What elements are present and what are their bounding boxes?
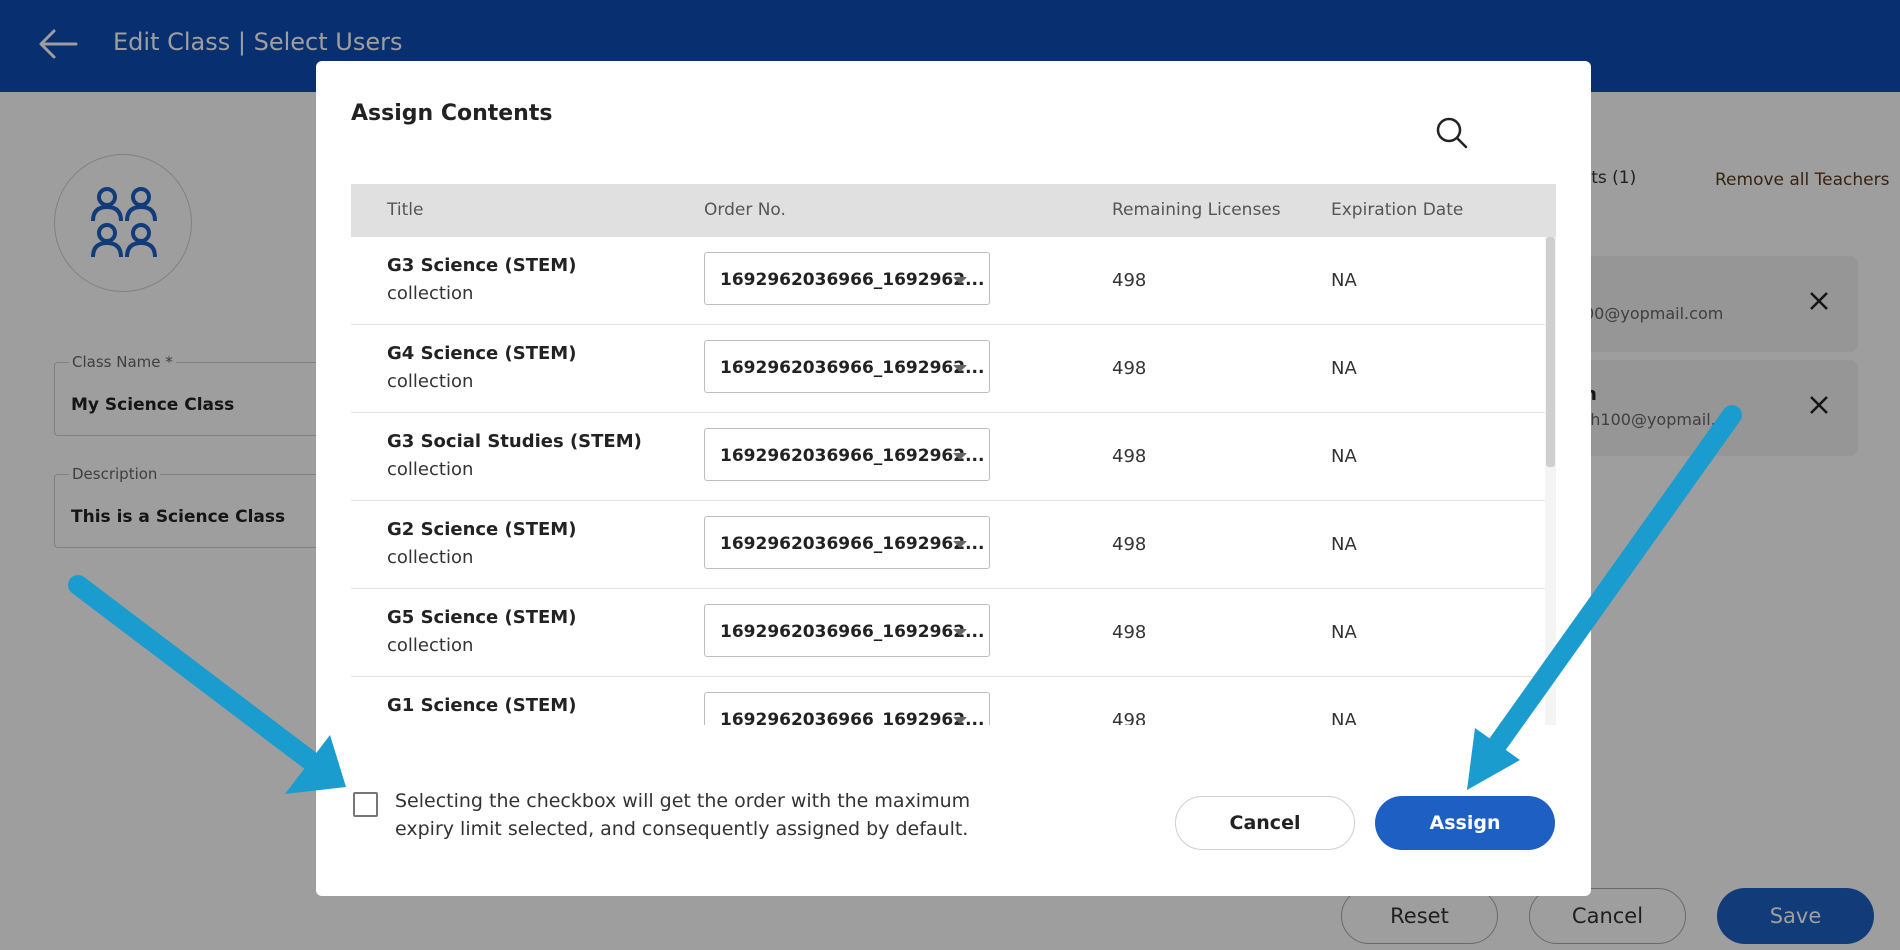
column-header-order: Order No. — [704, 200, 786, 220]
order-select[interactable]: 1692962036966_1692962... — [704, 340, 990, 393]
expiration-date: NA — [1331, 358, 1357, 379]
content-title: G1 Science (STEM) — [387, 695, 577, 716]
order-value: 1692962036966_1692962... — [720, 534, 985, 554]
content-type: collection — [387, 371, 474, 392]
order-select[interactable]: 1692962036966_1692962... — [704, 604, 990, 657]
remaining-licenses: 498 — [1112, 622, 1147, 643]
remaining-licenses: 498 — [1112, 446, 1147, 467]
order-select[interactable]: 1692962036966_1692962... — [704, 692, 990, 725]
order-select[interactable]: 1692962036966_1692962... — [704, 252, 990, 305]
max-expiry-checkbox[interactable] — [353, 792, 378, 817]
caret-down-icon — [953, 277, 967, 284]
order-value: 1692962036966_1692962... — [720, 270, 985, 290]
cancel-button[interactable]: Cancel — [1175, 796, 1355, 850]
search-icon[interactable] — [1434, 115, 1470, 151]
remaining-licenses: 498 — [1112, 710, 1147, 725]
content-title: G3 Social Studies (STEM) — [387, 431, 642, 452]
content-type: collection — [387, 547, 474, 568]
expiration-date: NA — [1331, 710, 1357, 725]
caret-down-icon — [953, 453, 967, 460]
checkbox-description: Selecting the checkbox will get the orde… — [395, 790, 971, 840]
expiration-date: NA — [1331, 446, 1357, 467]
content-title: G4 Science (STEM) — [387, 343, 577, 364]
table-row: G4 Science (STEM) collection 16929620369… — [351, 325, 1545, 413]
table-row: G3 Science (STEM) collection 16929620369… — [351, 237, 1545, 325]
order-value: 1692962036966_1692962... — [720, 710, 985, 725]
remaining-licenses: 498 — [1112, 534, 1147, 555]
order-value: 1692962036966_1692962... — [720, 622, 985, 642]
column-header-expiration: Expiration Date — [1331, 200, 1464, 220]
content-type: collection — [387, 283, 474, 304]
content-type: collection — [387, 459, 474, 480]
remaining-licenses: 498 — [1112, 270, 1147, 291]
table-row: G2 Science (STEM) collection 16929620369… — [351, 501, 1545, 589]
expiration-date: NA — [1331, 622, 1357, 643]
column-header-licenses: Remaining Licenses — [1112, 200, 1281, 220]
order-select[interactable]: 1692962036966_1692962... — [704, 516, 990, 569]
dialog-title: Assign Contents — [351, 101, 553, 126]
assign-contents-dialog: Assign Contents Title Order No. Remainin… — [316, 61, 1591, 896]
caret-down-icon — [953, 541, 967, 548]
content-title: G3 Science (STEM) — [387, 255, 577, 276]
content-title: G2 Science (STEM) — [387, 519, 577, 540]
column-header-title: Title — [387, 200, 424, 220]
caret-down-icon — [953, 365, 967, 372]
remaining-licenses: 498 — [1112, 358, 1147, 379]
content-title: G5 Science (STEM) — [387, 607, 577, 628]
caret-down-icon — [953, 629, 967, 636]
caret-down-icon — [953, 717, 967, 724]
table-row: G1 Science (STEM) collection 16929620369… — [351, 677, 1545, 725]
table-header: Title Order No. Remaining Licenses Expir… — [351, 184, 1556, 237]
order-select[interactable]: 1692962036966_1692962... — [704, 428, 990, 481]
content-type: collection — [387, 635, 474, 656]
content-type: collection — [387, 723, 473, 725]
assign-button[interactable]: Assign — [1375, 796, 1555, 850]
table-row: G5 Science (STEM) collection 16929620369… — [351, 589, 1545, 677]
expiration-date: NA — [1331, 270, 1357, 291]
order-value: 1692962036966_1692962... — [720, 446, 985, 466]
order-value: 1692962036966_1692962... — [720, 358, 985, 378]
scrollbar-thumb[interactable] — [1546, 237, 1555, 467]
expiration-date: NA — [1331, 534, 1357, 555]
contents-table[interactable]: G3 Science (STEM) collection 16929620369… — [351, 237, 1556, 725]
table-row: G3 Social Studies (STEM) collection 1692… — [351, 413, 1545, 501]
